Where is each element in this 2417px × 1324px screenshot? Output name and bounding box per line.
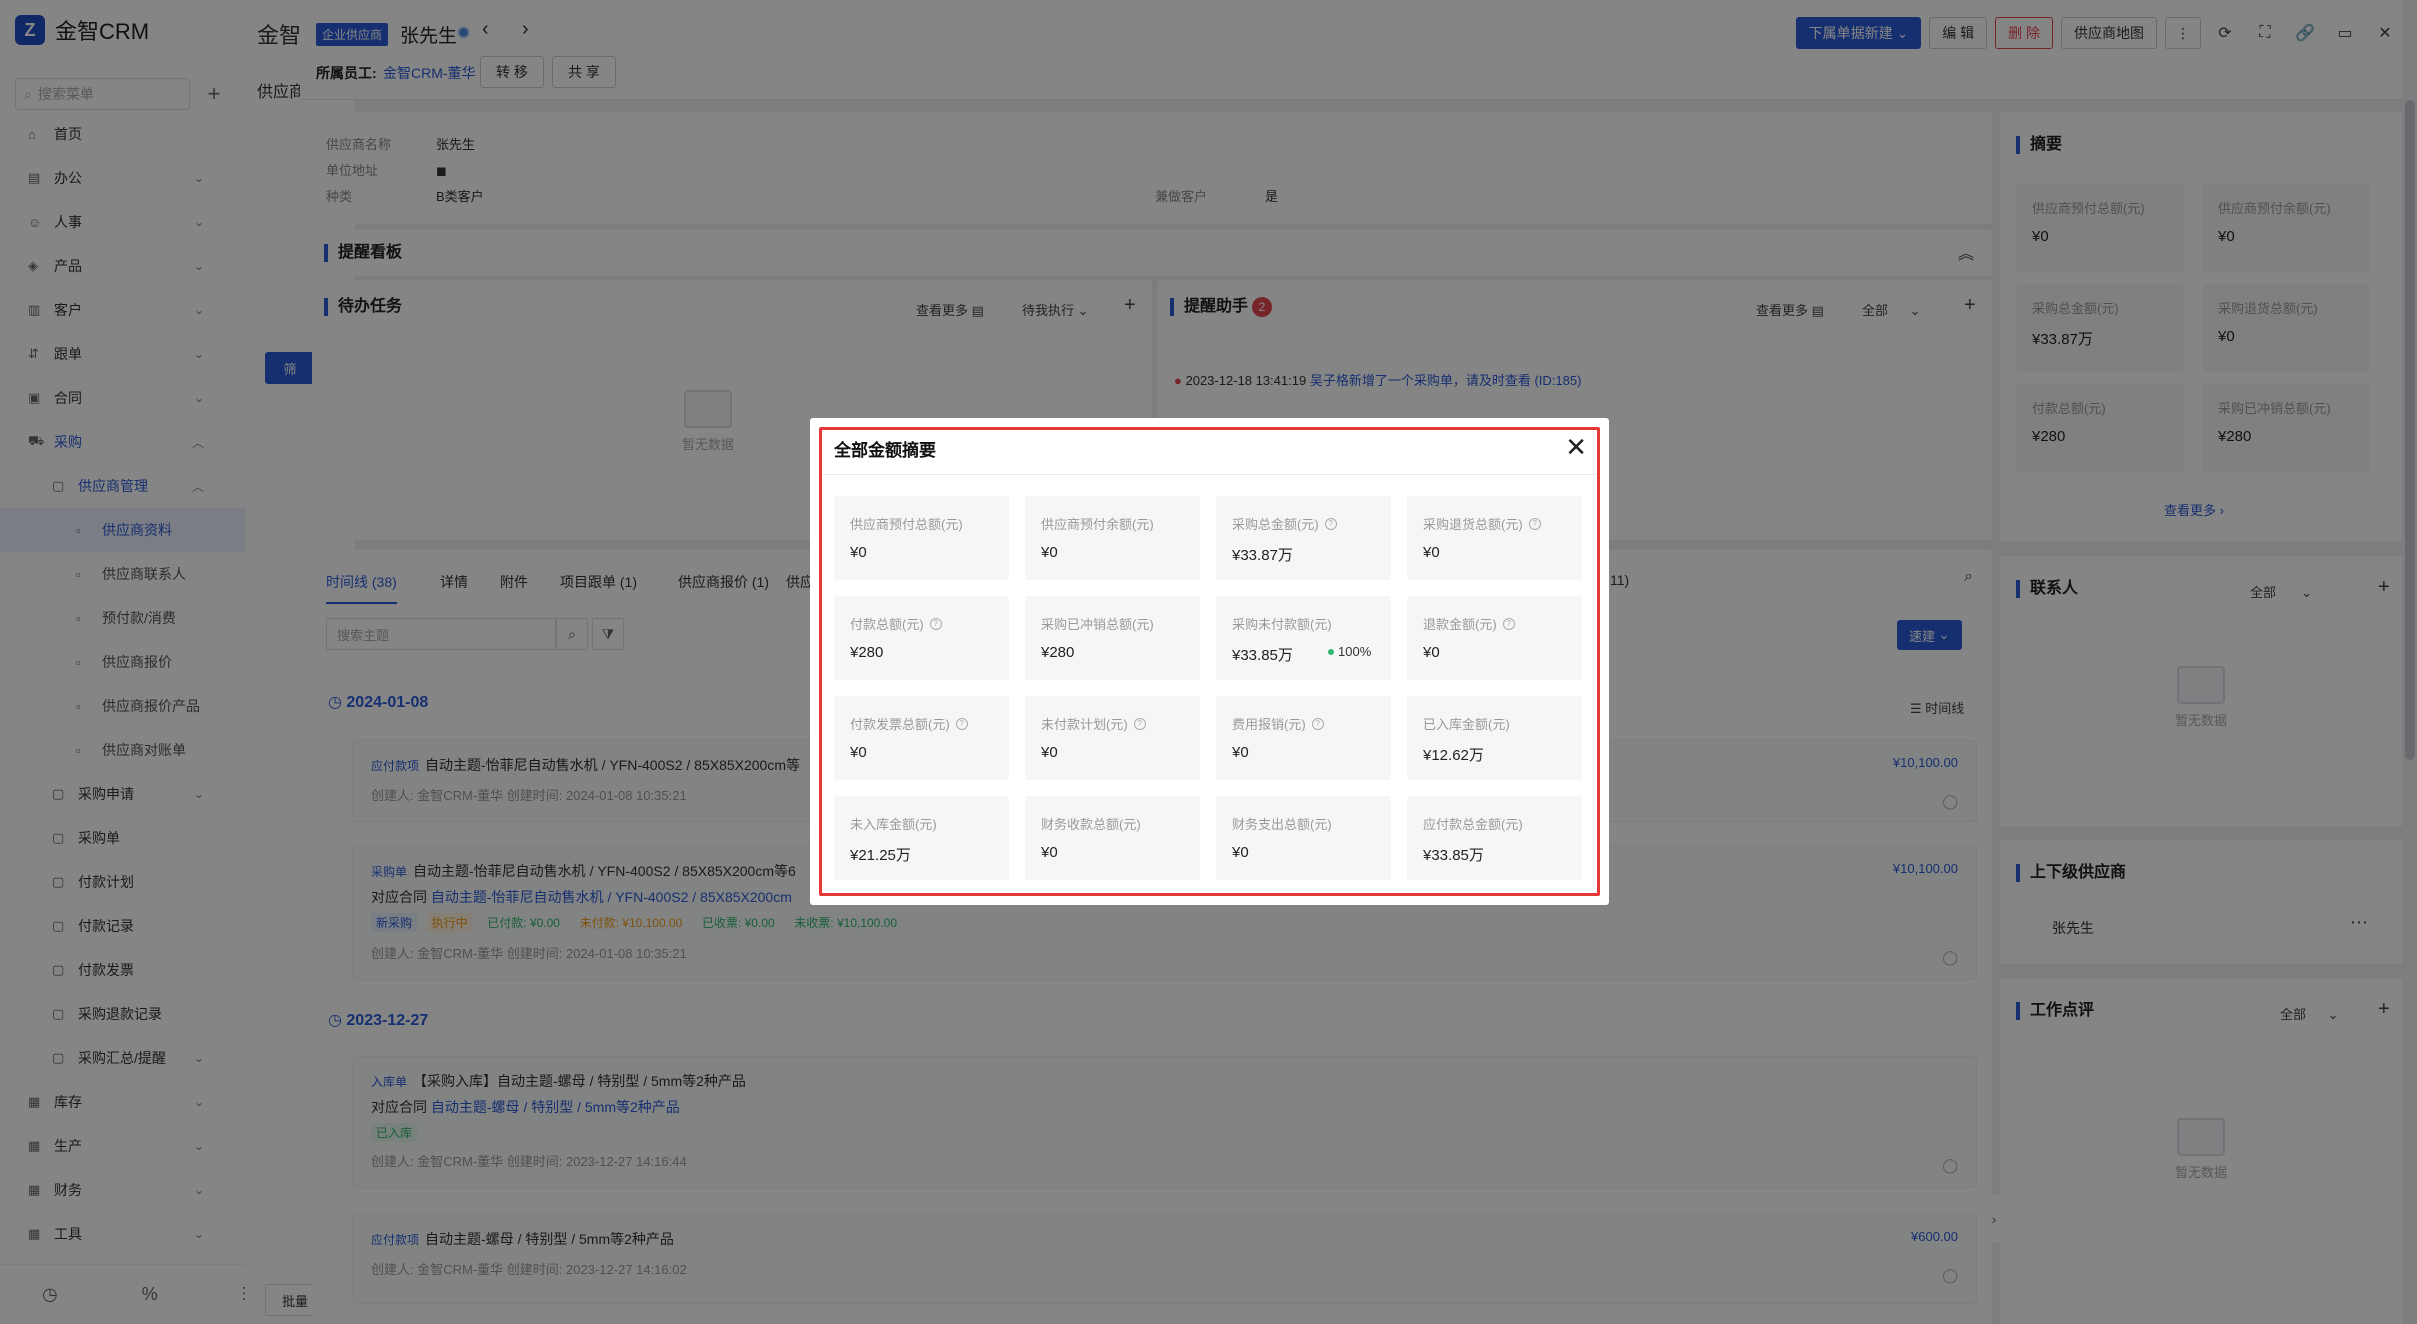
amount-label: 采购已冲销总额(元) — [1041, 617, 1154, 632]
help-icon[interactable]: ? — [1324, 517, 1337, 530]
amount-summary-card: 供应商预付总额(元) ¥0 — [834, 496, 1009, 580]
amount-label: 采购未付款额(元) — [1232, 617, 1332, 632]
amount-label: 付款发票总额(元) — [850, 717, 950, 732]
amount-value: ¥0 — [1232, 844, 1249, 861]
help-icon[interactable]: ? — [1502, 617, 1515, 630]
amount-summary-card: 应付款总金额(元) ¥33.85万 — [1407, 796, 1582, 880]
help-icon[interactable]: ? — [1528, 517, 1541, 530]
amount-label: 未付款计划(元) — [1041, 717, 1128, 732]
amount-label: 已入库金额(元) — [1423, 717, 1510, 732]
amount-label: 采购退货总额(元) — [1423, 517, 1523, 532]
amount-value: ¥12.62万 — [1423, 747, 1484, 764]
amount-label: 供应商预付余额(元) — [1041, 517, 1154, 532]
amount-value: ¥0 — [850, 744, 867, 761]
amount-label-wrap: 采购总金额(元)? — [1232, 514, 1337, 533]
amount-summary-card: 采购已冲销总额(元) ¥280 — [1025, 596, 1200, 680]
amount-summary-card: 付款总额(元)? ¥280 — [834, 596, 1009, 680]
amount-value: ¥0 — [1232, 744, 1249, 761]
modal-title: 全部金额摘要 — [834, 441, 936, 460]
amount-label-wrap: 采购未付款额(元) — [1232, 614, 1332, 633]
amount-label: 退款金额(元) — [1423, 617, 1497, 632]
amount-summary-card: 采购退货总额(元)? ¥0 — [1407, 496, 1582, 580]
amount-value: ¥21.25万 — [850, 847, 911, 864]
amount-label-wrap: 采购已冲销总额(元) — [1041, 614, 1154, 633]
amount-value: ¥280 — [850, 644, 884, 661]
amount-value: ¥0 — [850, 544, 867, 561]
amount-label-wrap: 应付款总金额(元) — [1423, 814, 1523, 833]
amount-label: 财务支出总额(元) — [1232, 817, 1332, 832]
amount-label-wrap: 付款总额(元)? — [850, 614, 942, 633]
amount-label-wrap: 付款发票总额(元)? — [850, 714, 968, 733]
amount-label-wrap: 财务支出总额(元) — [1232, 814, 1332, 833]
close-icon[interactable]: ✕ — [1565, 434, 1587, 460]
amount-value: ¥280 — [1041, 644, 1075, 661]
amount-summary-card: 财务支出总额(元) ¥0 — [1216, 796, 1391, 880]
amount-label: 应付款总金额(元) — [1423, 817, 1523, 832]
percent-value: 100% — [1338, 644, 1372, 659]
amount-summary-card: 未入库金额(元) ¥21.25万 — [834, 796, 1009, 880]
amount-summary-card: 费用报销(元)? ¥0 — [1216, 696, 1391, 780]
amount-summary-card: 付款发票总额(元)? ¥0 — [834, 696, 1009, 780]
amount-label: 未入库金额(元) — [850, 817, 937, 832]
amount-summary-card: 采购总金额(元)? ¥33.87万 — [1216, 496, 1391, 580]
amount-label: 供应商预付总额(元) — [850, 517, 963, 532]
amount-value: ¥0 — [1423, 544, 1440, 561]
modal-divider — [822, 474, 1597, 475]
amount-label: 费用报销(元) — [1232, 717, 1306, 732]
amount-summary-card: 供应商预付余额(元) ¥0 — [1025, 496, 1200, 580]
amount-summary-card: 未付款计划(元)? ¥0 — [1025, 696, 1200, 780]
amount-summary-card: 采购未付款额(元) ¥33.85万 100% — [1216, 596, 1391, 680]
amount-label: 付款总额(元) — [850, 617, 924, 632]
help-icon[interactable]: ? — [1311, 717, 1324, 730]
help-icon[interactable]: ? — [955, 717, 968, 730]
amount-summary-card: 退款金额(元)? ¥0 — [1407, 596, 1582, 680]
help-icon[interactable]: ? — [929, 617, 942, 630]
amount-value: ¥33.87万 — [1232, 547, 1293, 564]
amount-summary-card: 财务收款总额(元) ¥0 — [1025, 796, 1200, 880]
amount-label-wrap: 采购退货总额(元)? — [1423, 514, 1541, 533]
amount-label-wrap: 供应商预付余额(元) — [1041, 514, 1154, 533]
amount-label-wrap: 退款金额(元)? — [1423, 614, 1515, 633]
status-dot-icon — [1328, 648, 1334, 655]
amount-value: ¥33.85万 — [1423, 847, 1484, 864]
amount-label-wrap: 未入库金额(元) — [850, 814, 937, 833]
help-icon[interactable]: ? — [1133, 717, 1146, 730]
amount-label: 财务收款总额(元) — [1041, 817, 1141, 832]
amount-value: ¥0 — [1423, 644, 1440, 661]
amount-label-wrap: 财务收款总额(元) — [1041, 814, 1141, 833]
amount-value: ¥0 — [1041, 844, 1058, 861]
amount-value: ¥0 — [1041, 544, 1058, 561]
amount-value: ¥0 — [1041, 744, 1058, 761]
amount-label-wrap: 未付款计划(元)? — [1041, 714, 1146, 733]
amount-summary-modal: 全部金额摘要 ✕ 供应商预付总额(元) ¥0 供应商预付余额(元) ¥0 采购总金额(元… — [810, 418, 1609, 905]
amount-label-wrap: 费用报销(元)? — [1232, 714, 1324, 733]
percent-indicator: 100% — [1328, 644, 1371, 659]
amount-value: ¥33.85万 — [1232, 647, 1293, 664]
amount-summary-card: 已入库金额(元) ¥12.62万 — [1407, 696, 1582, 780]
amount-label-wrap: 已入库金额(元) — [1423, 714, 1510, 733]
amount-label: 采购总金额(元) — [1232, 517, 1319, 532]
amount-label-wrap: 供应商预付总额(元) — [850, 514, 963, 533]
